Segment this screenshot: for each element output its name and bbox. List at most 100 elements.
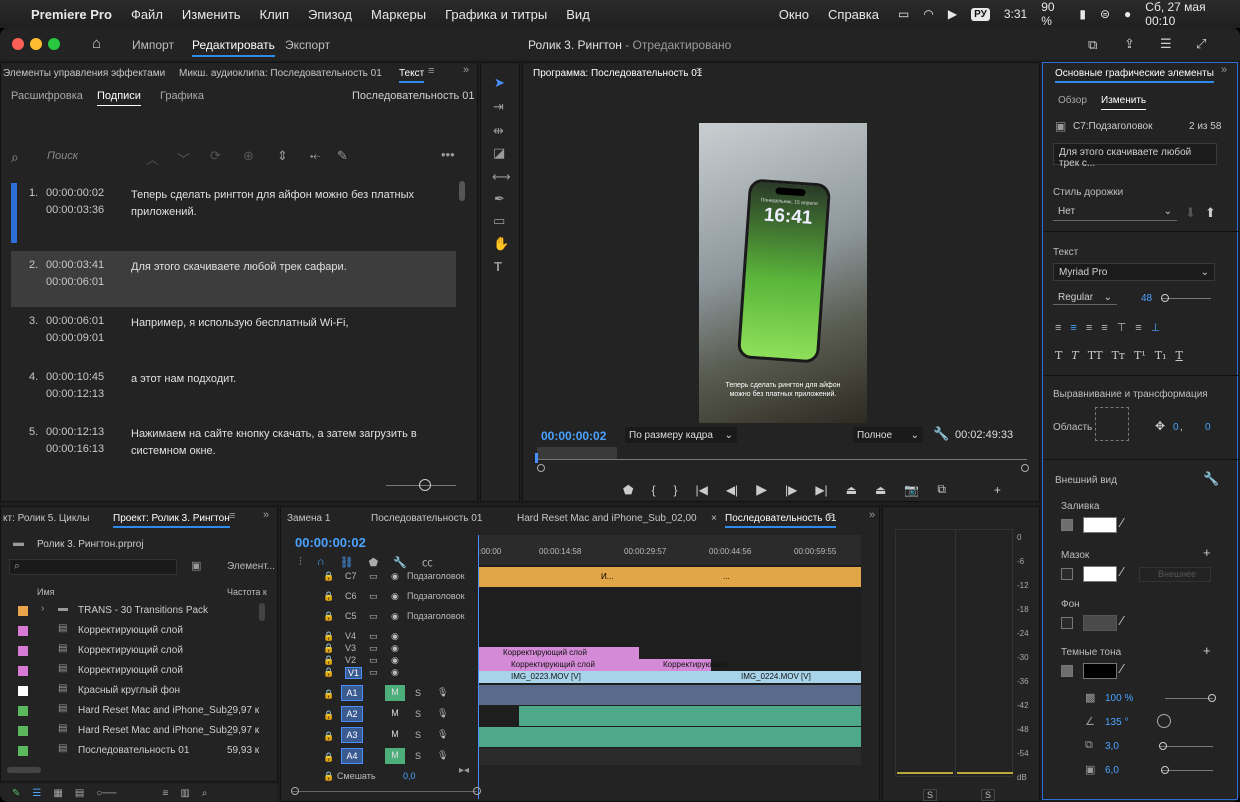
toggle-sync-lock-icon[interactable]: ▭ [369, 631, 378, 642]
track-style-select[interactable]: Нет ⌄ [1053, 203, 1177, 221]
menu-clip[interactable]: Клип [260, 7, 289, 22]
caption-out[interactable]: 00:00:03:36 [46, 204, 104, 216]
timeline-menu-icon[interactable]: ≡ [827, 510, 833, 522]
toggle-sync-lock-icon[interactable]: ▭ [369, 655, 378, 666]
stroke-checkbox[interactable] [1061, 568, 1073, 580]
subtab-transcript[interactable]: Расшифровка [11, 90, 83, 102]
track-id[interactable]: V4 [345, 631, 356, 641]
slip-tool-icon[interactable]: ⟷ [492, 169, 511, 185]
close-window-button[interactable] [12, 38, 24, 50]
track-header-a1[interactable]: 🔒 A1 M S 🎙 [289, 685, 477, 705]
eye-icon[interactable]: ◉ [391, 591, 399, 602]
caption-item-3[interactable]: 3. 00:00:06:01 00:00:09:01 Например, я и… [11, 307, 456, 363]
superscript-icon[interactable]: T¹ [1134, 349, 1146, 362]
go-to-in-icon[interactable]: |◀ [695, 483, 707, 497]
anchor-grid[interactable] [1095, 407, 1129, 441]
add-marker-icon[interactable]: ⬟ [623, 483, 633, 497]
caption-text[interactable]: Например, я использую бесплатный Wi-Fi, [131, 315, 451, 332]
display-icon[interactable]: ▭ [898, 7, 909, 21]
program-title[interactable]: Программа: Последовательность 01 [533, 68, 702, 79]
search-input[interactable]: Поиск [47, 150, 78, 162]
shadow-color-swatch[interactable] [1083, 663, 1117, 679]
lock-icon[interactable]: 🔒 [323, 643, 334, 654]
adjustment-clip-2[interactable]: Корректирующий слой [479, 659, 639, 671]
label-color-swatch[interactable] [18, 726, 28, 736]
mute-button[interactable]: M [385, 727, 405, 743]
wifi-icon[interactable]: ◠ [923, 7, 933, 21]
push-up-icon[interactable]: ⬆ [1205, 205, 1216, 221]
eyedropper-icon[interactable]: ⁄ [1121, 613, 1123, 628]
track-header-a4[interactable]: 🔒 A4 M S 🎙 [289, 748, 477, 768]
tab-browse[interactable]: Обзор [1058, 95, 1087, 106]
a4-audio-track[interactable] [479, 748, 861, 765]
align-top-icon[interactable]: ⊤ [1117, 321, 1127, 334]
lock-icon[interactable]: 🔒 [323, 710, 334, 721]
label-color-swatch[interactable] [18, 686, 28, 696]
home-icon[interactable]: ⌂ [92, 35, 101, 52]
timeline-expand-icon[interactable]: » [869, 509, 875, 521]
project-item[interactable]: ▤ Hard Reset Mac and iPhone_Sub_ 29,97 к [9, 701, 267, 721]
track-id[interactable]: A3 [341, 727, 363, 743]
program-timecode[interactable]: 00:00:00:02 [541, 429, 606, 443]
scroll-handle-left[interactable] [537, 464, 545, 472]
extract-icon[interactable]: ⏏ [875, 483, 886, 497]
caption-text-field[interactable]: Для этого скачиваете любой трек с... [1053, 143, 1217, 169]
shadow-opacity[interactable]: 100 % [1105, 693, 1133, 704]
shadow-checkbox[interactable] [1061, 665, 1073, 677]
tab-replace[interactable]: Замена 1 [287, 513, 330, 524]
mute-button[interactable]: M [385, 748, 405, 764]
lock-icon[interactable]: 🔒 [323, 689, 334, 700]
eye-icon[interactable]: ◉ [391, 571, 399, 582]
step-forward-icon[interactable]: |▶ [785, 483, 797, 497]
track-id[interactable]: C6 [345, 591, 357, 601]
next-caption-icon[interactable]: ﹀ [177, 149, 190, 168]
eye-icon[interactable]: ◉ [391, 655, 399, 666]
eye-icon[interactable]: ◉ [391, 643, 399, 654]
find-icon[interactable]: ⌕ [202, 788, 208, 799]
minimize-window-button[interactable] [30, 38, 42, 50]
program-menu-icon[interactable]: ≡ [696, 65, 702, 77]
tab-project-other[interactable]: кт: Ролик 5. Циклы [3, 513, 89, 524]
egp-title[interactable]: Основные графические элементы [1055, 68, 1214, 83]
project-expand-icon[interactable]: » [263, 509, 269, 521]
subscript-icon[interactable]: T₁ [1155, 349, 1167, 362]
justify-icon[interactable]: ≡ [1101, 322, 1107, 334]
menu-file[interactable]: Файл [131, 7, 163, 22]
toggle-sync-lock-icon[interactable]: ▭ [369, 571, 378, 582]
label-color-swatch[interactable] [18, 646, 28, 656]
tab-audio-mixer[interactable]: Микш. аудиоклипа: Последовательность 01 [179, 68, 382, 79]
caption-text[interactable]: Нажимаем на сайте кнопку скачать, а зате… [131, 426, 451, 460]
solo-button[interactable]: S [415, 751, 421, 761]
replace-icon[interactable]: ⟳ [210, 148, 221, 164]
mute-button[interactable]: M [385, 706, 405, 722]
push-down-icon[interactable]: ⬇ [1185, 205, 1196, 221]
position-y[interactable]: 0 [1205, 422, 1211, 433]
project-item[interactable]: ▤ Корректирующий слой [9, 641, 267, 661]
track-header-v1[interactable]: 🔒 V1 ▭ ◉ [289, 667, 477, 679]
menu-edit[interactable]: Изменить [182, 7, 241, 22]
project-item[interactable]: ▤ Последовательность 01 59,93 к [9, 741, 267, 761]
add-stroke-icon[interactable]: + [1203, 545, 1211, 560]
siri-icon[interactable]: ● [1124, 7, 1131, 21]
caption-item-1[interactable]: 1. 00:00:00:02 00:00:03:36 Теперь сделат… [11, 179, 456, 243]
caption-text[interactable]: Теперь сделать рингтон для айфон можно б… [131, 187, 451, 221]
lock-icon[interactable]: 🔒 [323, 752, 334, 763]
playhead[interactable] [535, 453, 538, 463]
lock-icon[interactable]: 🔒 [323, 631, 334, 642]
solo-left-button[interactable]: S [923, 789, 938, 801]
track-id[interactable]: A4 [341, 748, 363, 764]
icon-view-icon[interactable]: ▦ [53, 788, 62, 799]
small-caps-icon[interactable]: Tт [1112, 349, 1125, 362]
project-item[interactable]: › ▬ TRANS - 30 Transitions Pack [9, 601, 267, 621]
size-slider-handle[interactable] [1161, 766, 1169, 774]
play-icon[interactable]: ▶ [756, 481, 767, 498]
scroll-handle-right[interactable] [1021, 464, 1029, 472]
track-id[interactable]: C5 [345, 611, 357, 621]
hand-tool-icon[interactable]: ✋ [493, 236, 509, 252]
solo-button[interactable]: S [415, 730, 421, 740]
caption-in[interactable]: 00:00:10:45 [46, 371, 104, 383]
label-color-swatch[interactable] [18, 606, 28, 616]
control-center-icon[interactable]: ⊜ [1100, 7, 1110, 21]
tab-edit[interactable]: Редактировать [192, 38, 275, 57]
compare-icon[interactable]: ⧉ [937, 482, 946, 497]
